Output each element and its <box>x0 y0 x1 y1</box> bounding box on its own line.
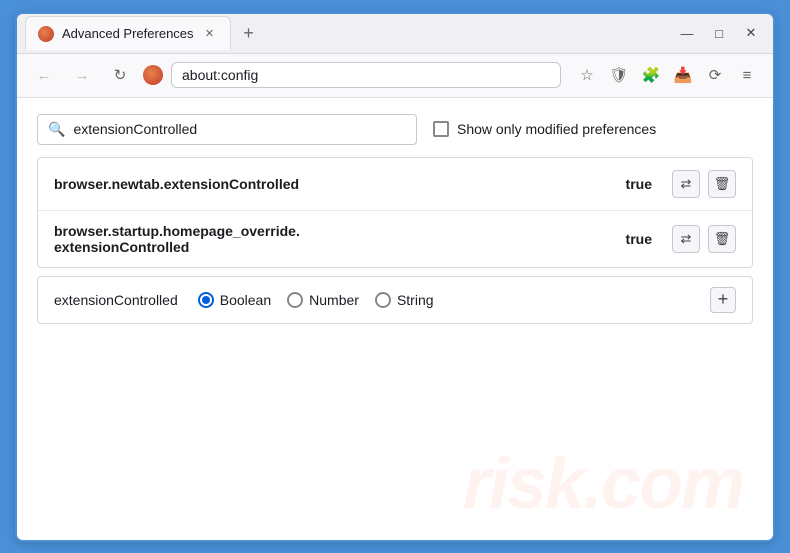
delete-button-1[interactable]: 🗑 <box>708 170 736 198</box>
browser-tab[interactable]: Advanced Preferences ✕ <box>25 16 231 50</box>
watermark: risk.com <box>463 448 743 520</box>
radio-boolean-label: Boolean <box>220 292 271 308</box>
refresh-icon: ↻ <box>114 66 127 84</box>
show-modified-label[interactable]: Show only modified preferences <box>433 121 656 137</box>
tab-favicon <box>38 26 54 42</box>
radio-number-label: Number <box>309 292 359 308</box>
row-2-actions: ⇄ 🗑 <box>672 225 736 253</box>
extension-icon[interactable]: 🧩 <box>637 61 665 89</box>
search-box[interactable]: 🔍 <box>37 114 417 145</box>
results-table: browser.newtab.extensionControlled true … <box>37 157 753 268</box>
forward-icon: → <box>75 67 90 84</box>
search-icon: 🔍 <box>48 121 65 138</box>
table-row: browser.startup.homepage_override. exten… <box>38 211 752 267</box>
address-text: about:config <box>182 67 550 83</box>
bookmark-icon[interactable]: ☆ <box>573 61 601 89</box>
trash-icon: 🗑 <box>714 176 731 192</box>
browser-window: Advanced Preferences ✕ + — □ ✕ ← → ↻ abo… <box>15 12 775 542</box>
pref-name-2-line2: extensionControlled <box>54 239 189 255</box>
pref-name-2: browser.startup.homepage_override. exten… <box>54 223 614 255</box>
search-container: 🔍 Show only modified preferences <box>37 114 753 145</box>
radio-boolean[interactable]: Boolean <box>198 292 271 308</box>
nav-icons-group: ☆ 🛡 🧩 📥 ⟳ ≡ <box>573 61 761 89</box>
refresh-button[interactable]: ↻ <box>105 60 135 90</box>
arrows-icon: ⇄ <box>681 176 692 192</box>
title-bar: Advanced Preferences ✕ + — □ ✕ <box>17 14 773 54</box>
download-icon[interactable]: 📥 <box>669 61 697 89</box>
nav-bar: ← → ↻ about:config ☆ 🛡 🧩 📥 ⟳ ≡ <box>17 54 773 98</box>
radio-number-circle[interactable] <box>287 292 303 308</box>
forward-button[interactable]: → <box>67 60 97 90</box>
arrows-icon-2: ⇄ <box>681 231 692 247</box>
tab-close-button[interactable]: ✕ <box>202 26 218 42</box>
radio-string-label: String <box>397 292 434 308</box>
table-row: browser.newtab.extensionControlled true … <box>38 158 752 211</box>
search-input[interactable] <box>73 121 406 137</box>
new-tab-button[interactable]: + <box>235 19 263 47</box>
toggle-button-2[interactable]: ⇄ <box>672 225 700 253</box>
show-modified-text: Show only modified preferences <box>457 121 656 137</box>
close-button[interactable]: ✕ <box>737 19 765 47</box>
delete-button-2[interactable]: 🗑 <box>708 225 736 253</box>
add-pref-button[interactable]: + <box>710 287 736 313</box>
trash-icon-2: 🗑 <box>714 231 731 247</box>
minimize-button[interactable]: — <box>673 19 701 47</box>
shield-icon[interactable]: 🛡 <box>605 61 633 89</box>
back-icon: ← <box>37 67 52 84</box>
tab-title: Advanced Preferences <box>62 26 194 41</box>
pref-value-2: true <box>626 231 652 247</box>
menu-icon[interactable]: ≡ <box>733 61 761 89</box>
toggle-button-1[interactable]: ⇄ <box>672 170 700 198</box>
back-button[interactable]: ← <box>29 60 59 90</box>
radio-number[interactable]: Number <box>287 292 359 308</box>
radio-string[interactable]: String <box>375 292 434 308</box>
address-bar[interactable]: about:config <box>171 62 561 88</box>
pref-name-1: browser.newtab.extensionControlled <box>54 176 614 192</box>
radio-string-circle[interactable] <box>375 292 391 308</box>
pref-name-2-line1: browser.startup.homepage_override. <box>54 223 300 239</box>
radio-boolean-circle[interactable] <box>198 292 214 308</box>
content-area: 🔍 Show only modified preferences browser… <box>17 98 773 540</box>
sync-icon[interactable]: ⟳ <box>701 61 729 89</box>
new-pref-name: extensionControlled <box>54 292 178 308</box>
firefox-logo <box>143 65 163 85</box>
show-modified-checkbox[interactable] <box>433 121 449 137</box>
window-controls: — □ ✕ <box>673 19 765 47</box>
row-1-actions: ⇄ 🗑 <box>672 170 736 198</box>
pref-value-1: true <box>626 176 652 192</box>
maximize-button[interactable]: □ <box>705 19 733 47</box>
add-preference-row: extensionControlled Boolean Number Strin… <box>37 276 753 324</box>
type-radio-group: Boolean Number String <box>198 292 434 308</box>
